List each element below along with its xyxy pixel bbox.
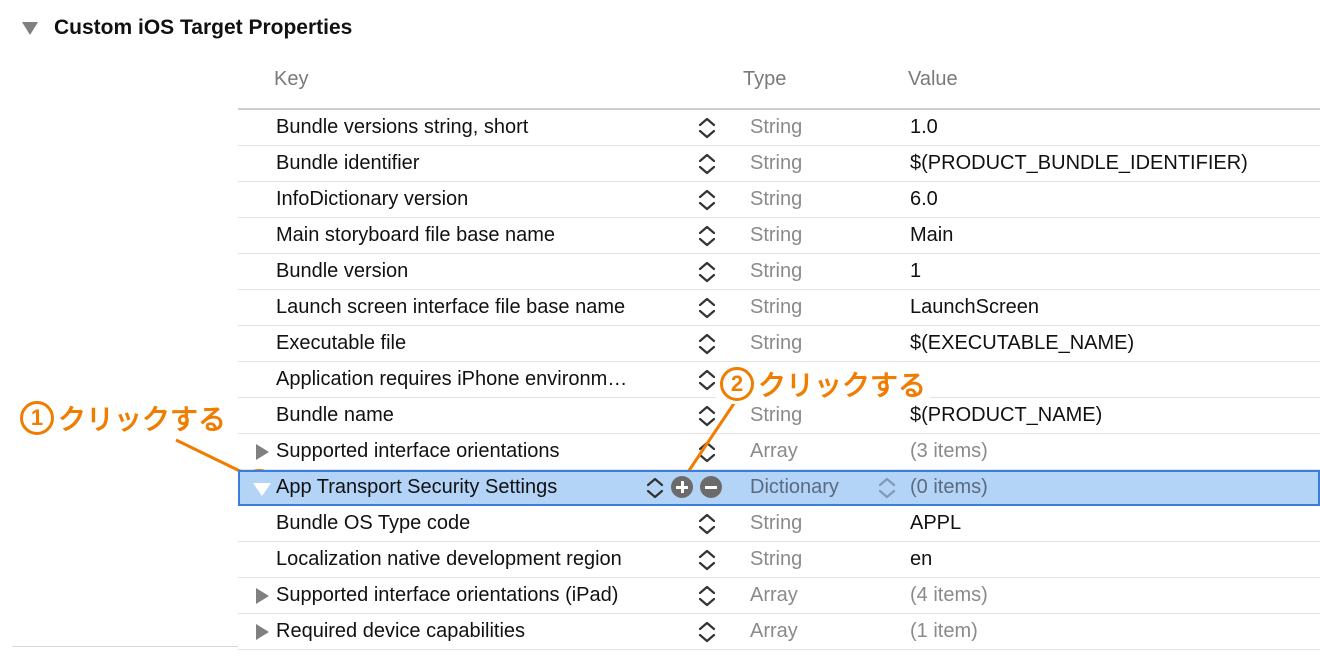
row-type[interactable]: String <box>750 542 802 577</box>
row-type[interactable]: Dictionary <box>750 470 839 505</box>
row-value[interactable]: 6.0 <box>910 182 938 217</box>
disclosure-open-icon[interactable] <box>22 21 38 35</box>
key-stepper-icon[interactable] <box>696 295 720 321</box>
key-stepper-icon[interactable] <box>696 331 720 357</box>
table-row[interactable]: Bundle versions string, short String 1.0 <box>238 110 1320 146</box>
disclosure-closed-icon[interactable] <box>256 624 269 640</box>
row-key[interactable]: App Transport Security Settings <box>276 470 557 505</box>
add-item-button[interactable] <box>671 476 693 498</box>
disclosure-closed-icon[interactable] <box>256 588 269 604</box>
key-stepper-icon[interactable] <box>696 619 720 645</box>
table-row[interactable]: Bundle OS Type code String APPL <box>238 506 1320 542</box>
row-value[interactable]: (1 item) <box>910 614 978 649</box>
row-value[interactable]: $(EXECUTABLE_NAME) <box>910 326 1134 361</box>
table-row[interactable]: Executable file String $(EXECUTABLE_NAME) <box>238 326 1320 362</box>
row-key[interactable]: Executable file <box>276 326 406 361</box>
annotation-text-2: クリックする <box>758 369 927 402</box>
table-row[interactable]: Bundle version String 1 <box>238 254 1320 290</box>
key-stepper-icon[interactable] <box>644 475 668 501</box>
row-type[interactable]: String <box>750 110 802 145</box>
row-value[interactable]: (4 items) <box>910 578 988 613</box>
annotation-number-1: 1 <box>20 401 54 435</box>
row-key[interactable]: Main storyboard file base name <box>276 218 555 253</box>
disclosure-open-icon[interactable] <box>253 483 271 496</box>
row-value[interactable]: LaunchScreen <box>910 290 1039 325</box>
row-value[interactable]: $(PRODUCT_BUNDLE_IDENTIFIER) <box>910 146 1248 181</box>
annotation-number-2: 2 <box>720 367 754 401</box>
annotation-text-1: クリックする <box>58 403 227 436</box>
key-stepper-icon[interactable] <box>696 439 720 465</box>
table-row[interactable]: Localization native development region St… <box>238 542 1320 578</box>
plist-editor: Custom iOS Target Properties Key Type Va… <box>0 0 1320 668</box>
row-key[interactable]: Launch screen interface file base name <box>276 290 625 325</box>
column-headers: Key Type Value <box>238 62 1320 110</box>
row-key[interactable]: Bundle name <box>276 398 394 433</box>
row-value[interactable]: Main <box>910 218 953 253</box>
row-type[interactable]: String <box>750 326 802 361</box>
section-header[interactable]: Custom iOS Target Properties <box>22 14 352 42</box>
row-key[interactable]: Supported interface orientations (iPad) <box>276 578 618 613</box>
annotation-step-2: 2 クリックする <box>716 364 931 404</box>
row-value[interactable]: $(PRODUCT_NAME) <box>910 398 1102 433</box>
key-stepper-icon[interactable] <box>696 547 720 573</box>
row-type[interactable]: String <box>750 182 802 217</box>
table-row[interactable]: App Transport Security Settings Dictionar… <box>238 470 1320 506</box>
row-type[interactable]: String <box>750 506 802 541</box>
row-value[interactable]: (3 items) <box>910 434 988 469</box>
key-stepper-icon[interactable] <box>696 511 720 537</box>
row-key[interactable]: Bundle identifier <box>276 146 419 181</box>
table-row[interactable]: Required device capabilities Array (1 item… <box>238 614 1320 650</box>
table-row[interactable]: Supported interface orientations (iPad) A… <box>238 578 1320 614</box>
disclosure-closed-icon[interactable] <box>256 444 269 460</box>
row-value[interactable]: 1 <box>910 254 921 289</box>
row-type[interactable]: Array <box>750 578 798 613</box>
section-title: Custom iOS Target Properties <box>54 16 353 39</box>
row-key[interactable]: Supported interface orientations <box>276 434 560 469</box>
row-value[interactable]: APPL <box>910 506 961 541</box>
row-key[interactable]: InfoDictionary version <box>276 182 468 217</box>
key-stepper-icon[interactable] <box>696 187 720 213</box>
row-type[interactable]: Array <box>750 614 798 649</box>
key-stepper-icon[interactable] <box>696 403 720 429</box>
table-row[interactable]: Launch screen interface file base name St… <box>238 290 1320 326</box>
row-key[interactable]: Bundle versions string, short <box>276 110 528 145</box>
row-key[interactable]: Required device capabilities <box>276 614 525 649</box>
column-header-value[interactable]: Value <box>908 68 958 91</box>
table-row[interactable]: Bundle identifier String $(PRODUCT_BUNDLE_… <box>238 146 1320 182</box>
row-value[interactable]: 1.0 <box>910 110 938 145</box>
row-type[interactable]: String <box>750 254 802 289</box>
row-type[interactable]: Array <box>750 434 798 469</box>
divider <box>12 646 238 647</box>
type-stepper-icon[interactable] <box>876 475 898 513</box>
table-row[interactable]: Supported interface orientations Array (3 … <box>238 434 1320 470</box>
key-stepper-icon[interactable] <box>696 223 720 249</box>
row-value[interactable]: (0 items) <box>910 470 988 505</box>
key-stepper-icon[interactable] <box>696 259 720 285</box>
table-row[interactable]: InfoDictionary version String 6.0 <box>238 182 1320 218</box>
row-type[interactable]: String <box>750 218 802 253</box>
column-header-key[interactable]: Key <box>274 68 308 91</box>
column-header-type[interactable]: Type <box>743 68 786 91</box>
table-row[interactable]: Main storyboard file base name String Main <box>238 218 1320 254</box>
row-key[interactable]: Application requires iPhone environm… <box>276 362 627 397</box>
row-key[interactable]: Localization native development region <box>276 542 622 577</box>
annotation-step-1: 1 クリックする <box>20 398 226 438</box>
remove-item-button[interactable] <box>700 476 722 498</box>
key-stepper-icon[interactable] <box>696 151 720 177</box>
row-type[interactable]: String <box>750 146 802 181</box>
row-key[interactable]: Bundle version <box>276 254 408 289</box>
row-type[interactable]: String <box>750 290 802 325</box>
row-value[interactable]: en <box>910 542 932 577</box>
row-key[interactable]: Bundle OS Type code <box>276 506 470 541</box>
key-stepper-icon[interactable] <box>696 583 720 609</box>
key-stepper-icon[interactable] <box>696 115 720 141</box>
